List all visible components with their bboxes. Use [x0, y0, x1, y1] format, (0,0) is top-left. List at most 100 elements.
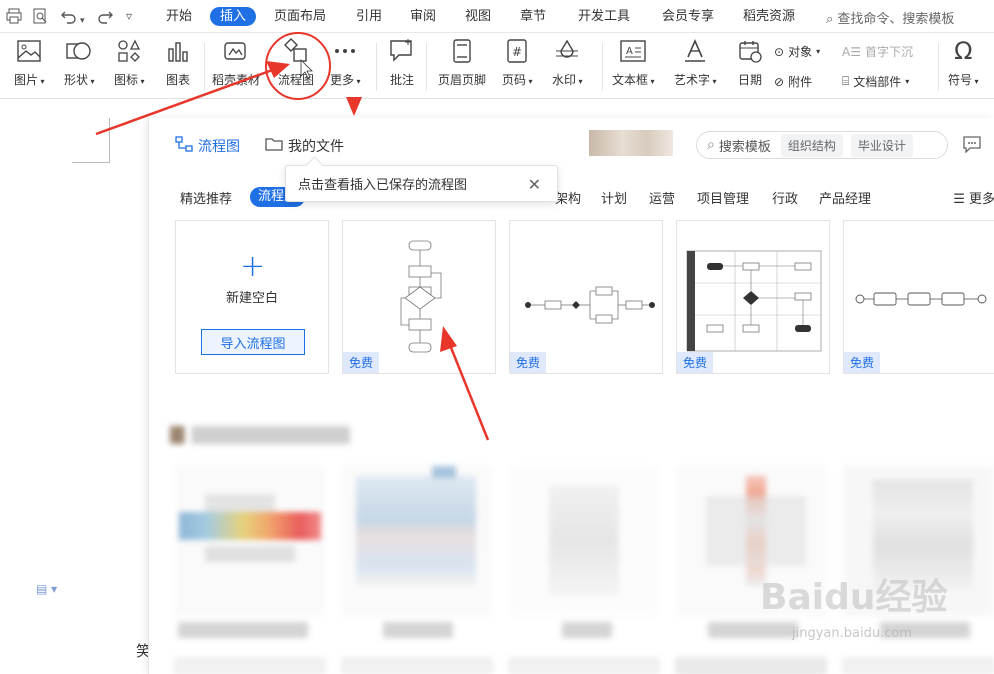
- attachment-button[interactable]: ⊘ 附件: [774, 73, 812, 90]
- toolbar-divider: [204, 43, 205, 91]
- comment-icon: [388, 37, 416, 65]
- category-product-manager[interactable]: 产品经理: [819, 188, 871, 207]
- menu-tab-insert[interactable]: 插入: [210, 7, 257, 26]
- import-flowchart-button[interactable]: 导入流程图: [201, 329, 305, 355]
- flowchart-button[interactable]: 流程图: [278, 37, 314, 88]
- comment-button[interactable]: 批注: [388, 37, 416, 88]
- header-footer-icon: [448, 37, 476, 65]
- category-architecture[interactable]: 架构: [555, 188, 581, 207]
- command-search[interactable]: ⌕ 查找命令、搜索模板: [826, 8, 954, 27]
- category-project-mgmt[interactable]: 项目管理: [697, 188, 749, 207]
- more-categories[interactable]: ☰ 更多: [953, 188, 994, 207]
- undo-dropdown-icon[interactable]: ▾: [80, 13, 85, 29]
- menu-tab-references[interactable]: 引用: [356, 8, 382, 25]
- category-plan[interactable]: 计划: [601, 188, 627, 207]
- redo-icon[interactable]: [96, 8, 114, 28]
- menu-tab-view[interactable]: 视图: [465, 8, 491, 25]
- menu-tab-docer[interactable]: 稻壳资源: [743, 8, 795, 25]
- plus-icon: +: [240, 249, 266, 284]
- blurred-template-card[interactable]: [342, 658, 492, 674]
- blurred-template-card[interactable]: [509, 658, 659, 674]
- watermark-button[interactable]: 水印 ▾: [552, 37, 583, 88]
- textbox-label: 文本框: [612, 73, 649, 87]
- linear-flowchart-thumbnail: [855, 292, 987, 306]
- header-footer-button[interactable]: 页眉页脚: [438, 37, 486, 88]
- drop-cap-button[interactable]: A☰ 首字下沉: [842, 43, 913, 60]
- blurred-template-card[interactable]: [175, 466, 325, 616]
- doc-part-icon: ⌸: [842, 74, 850, 88]
- chart-button[interactable]: 图表: [164, 37, 192, 88]
- menu-tab-chapter[interactable]: 章节: [520, 8, 546, 25]
- customize-quick-access-icon[interactable]: ▿: [126, 8, 132, 24]
- blurred-template-card[interactable]: [342, 466, 492, 616]
- picture-button[interactable]: 图片 ▾: [14, 37, 45, 88]
- drop-cap-label: 首字下沉: [864, 45, 913, 59]
- category-bar: 精选推荐 流程图 架构 计划 运营 项目管理 行政 产品经理 ☰ 更多: [149, 184, 994, 210]
- command-search-label: 查找命令、搜索模板: [837, 12, 955, 27]
- shape-button[interactable]: 形状 ▾: [64, 37, 95, 88]
- saved-flowchart-tooltip: 点击查看插入已保存的流程图 ✕: [285, 165, 558, 202]
- template-card[interactable]: 免费: [843, 220, 994, 374]
- wordart-icon: [681, 37, 709, 65]
- blurred-template-card[interactable]: [175, 658, 325, 674]
- docer-material-button[interactable]: 稻壳素材: [212, 37, 260, 88]
- tab-flowchart[interactable]: 流程图: [175, 136, 240, 156]
- blurred-section-title: [170, 426, 350, 444]
- date-button[interactable]: 日期: [736, 37, 764, 88]
- template-card[interactable]: 免费: [509, 220, 663, 374]
- comment-label: 批注: [389, 73, 414, 87]
- blurred-template-card[interactable]: [509, 466, 659, 616]
- material-label: 稻壳素材: [212, 73, 261, 87]
- paperclip-icon: ⊘: [774, 74, 785, 89]
- chart-label: 图表: [165, 73, 190, 87]
- material-icon: [222, 37, 250, 65]
- category-featured[interactable]: 精选推荐: [180, 188, 232, 207]
- menu-tab-member[interactable]: 会员专享: [662, 8, 714, 25]
- wordart-label: 艺术字: [674, 73, 711, 87]
- search-chip-graduation[interactable]: 毕业设计: [850, 133, 913, 157]
- free-badge: 免费: [510, 352, 547, 373]
- close-icon[interactable]: ✕: [528, 175, 541, 194]
- template-card[interactable]: 免费: [676, 220, 830, 374]
- flowchart-icon: [282, 37, 310, 65]
- blurred-card-title: [562, 622, 612, 638]
- print-icon[interactable]: [6, 8, 22, 28]
- more-button[interactable]: 更多 ▾: [330, 37, 361, 88]
- feedback-icon[interactable]: [962, 135, 982, 157]
- wordart-button[interactable]: 艺术字 ▾: [674, 37, 717, 88]
- template-search-input[interactable]: ⌕ 搜索模板 组织结构 毕业设计: [696, 131, 948, 159]
- symbol-label: 符号: [948, 73, 973, 87]
- object-button[interactable]: ⊙ 对象 ▾: [774, 43, 820, 60]
- picture-label: 图片: [14, 73, 39, 87]
- user-avatar-blurred[interactable]: [589, 130, 673, 156]
- icons-button[interactable]: 图标 ▾: [114, 37, 145, 88]
- doc-part-button[interactable]: ⌸ 文档部件 ▾: [842, 73, 909, 90]
- template-card[interactable]: 免费: [342, 220, 496, 374]
- menu-tab-developer[interactable]: 开发工具: [578, 8, 630, 25]
- undo-icon[interactable]: [60, 8, 78, 28]
- menu-tab-home[interactable]: 开始: [166, 8, 192, 25]
- print-preview-icon[interactable]: [32, 8, 48, 28]
- date-label: 日期: [737, 73, 762, 87]
- search-icon: ⌕: [826, 12, 834, 27]
- object-label: 对象: [788, 45, 813, 59]
- blurred-card-title: [383, 622, 453, 638]
- symbol-button[interactable]: Ω 符号 ▾: [948, 37, 979, 88]
- menu-tab-page-layout[interactable]: 页面布局: [274, 8, 326, 25]
- insert-toolbar: 图片 ▾ 形状 ▾ 图标 ▾ 图表 稻壳素材 流程图 更多 ▾ 批注 页眉页脚 …: [0, 33, 994, 99]
- category-admin[interactable]: 行政: [772, 188, 798, 207]
- document-icon[interactable]: ▤ ▾: [36, 582, 57, 596]
- object-icon: ⊙: [774, 44, 785, 59]
- category-operations[interactable]: 运营: [649, 188, 675, 207]
- blurred-template-card[interactable]: [676, 658, 826, 674]
- toolbar-divider: [376, 43, 377, 91]
- blurred-card-title: [708, 622, 798, 638]
- menu-tab-review[interactable]: 审阅: [410, 8, 436, 25]
- page-number-button[interactable]: # 页码 ▾: [502, 37, 533, 88]
- search-chip-org[interactable]: 组织结构: [780, 133, 843, 157]
- textbox-button[interactable]: A 文本框 ▾: [612, 37, 655, 88]
- baidu-watermark-url: jingyan.baidu.com: [792, 626, 912, 641]
- new-blank-card[interactable]: + 新建空白 导入流程图: [175, 220, 329, 374]
- tab-my-files[interactable]: 我的文件: [265, 136, 344, 156]
- blurred-template-card[interactable]: [843, 658, 994, 674]
